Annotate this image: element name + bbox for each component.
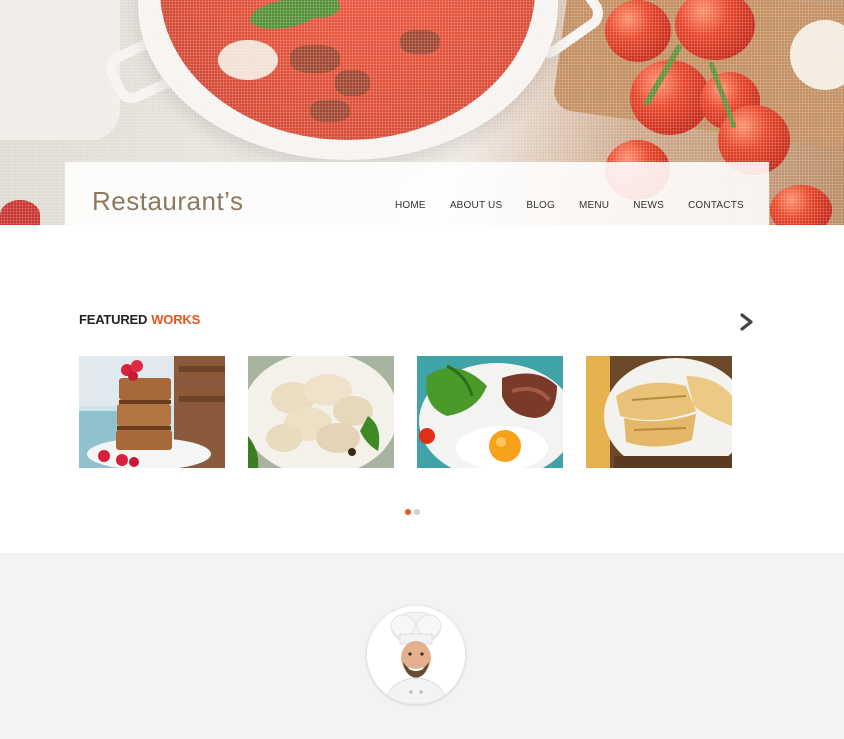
nav-item-about-us[interactable]: ABOUT US xyxy=(450,200,503,211)
carousel-pagination xyxy=(405,509,420,515)
featured-title-part2: WORKS xyxy=(151,312,201,327)
nav-item-news[interactable]: NEWS xyxy=(633,200,664,211)
chef-avatar xyxy=(367,606,465,704)
chevron-right-icon[interactable] xyxy=(738,312,756,332)
featured-title-part1: FEATURED xyxy=(79,312,148,327)
featured-item-egg-plate[interactable] xyxy=(417,356,563,468)
featured-item-crepes[interactable] xyxy=(586,356,732,468)
nav-item-home[interactable]: HOME xyxy=(395,200,426,211)
header-bar: Restaurant’s HOME ABOUT US BLOG MENU NEW… xyxy=(65,162,769,225)
main-nav: HOME ABOUT US BLOG MENU NEWS CONTACTS xyxy=(395,200,768,211)
carousel-dot-1[interactable] xyxy=(405,509,411,515)
nav-item-menu[interactable]: MENU xyxy=(579,200,609,211)
carousel-dot-2[interactable] xyxy=(414,509,420,515)
nav-item-contacts[interactable]: CONTACTS xyxy=(688,200,744,211)
site-logo[interactable]: Restaurant’s xyxy=(92,186,244,217)
nav-item-blog[interactable]: BLOG xyxy=(526,200,555,211)
featured-works-title: FEATURED WORKS xyxy=(79,312,200,327)
featured-item-pastry[interactable] xyxy=(79,356,225,468)
featured-item-dumplings[interactable] xyxy=(248,356,394,468)
